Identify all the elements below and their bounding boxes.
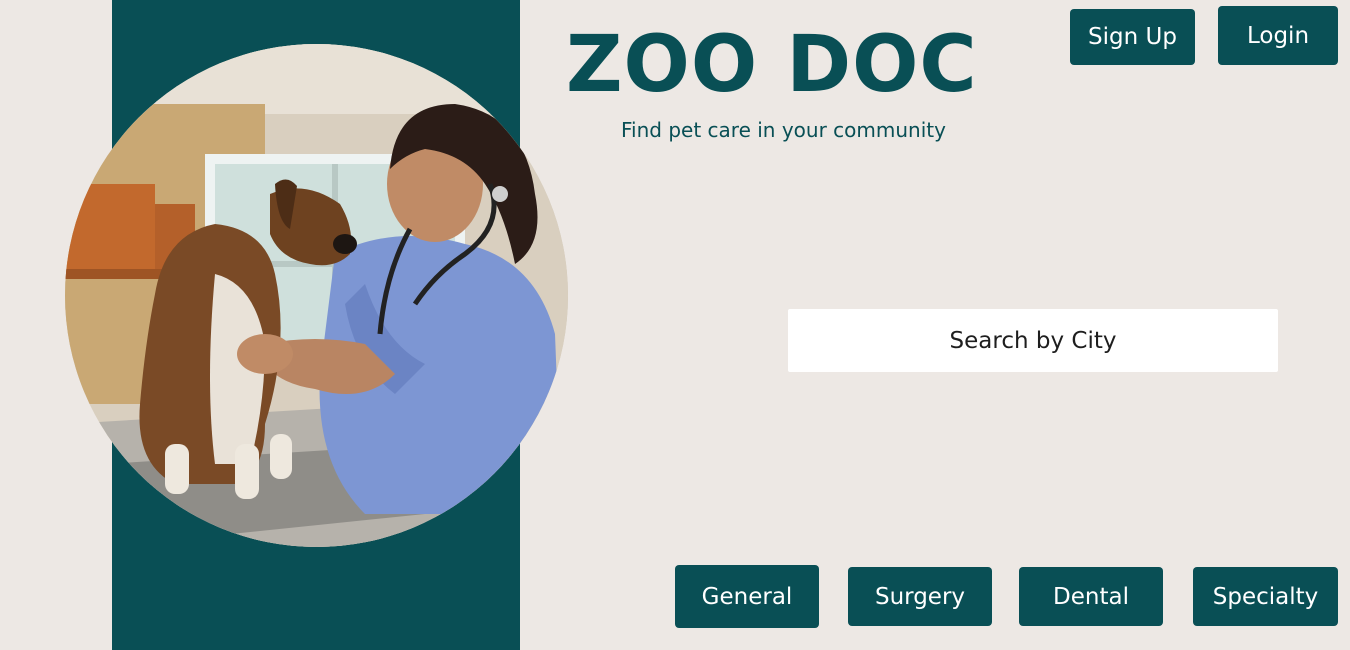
login-button[interactable]: Login [1218, 6, 1338, 65]
category-general-button[interactable]: General [675, 565, 819, 628]
brand-title: ZOO DOC [566, 20, 978, 110]
category-dental-button[interactable]: Dental [1019, 567, 1163, 626]
hero-photo-vet-with-puppy [65, 44, 568, 547]
landing-page: ZOO DOC Find pet care in your community … [0, 0, 1350, 650]
search-by-city-input[interactable] [788, 309, 1278, 372]
category-surgery-button[interactable]: Surgery [848, 567, 992, 626]
category-specialty-button[interactable]: Specialty [1193, 567, 1338, 626]
brand-tagline: Find pet care in your community [621, 118, 946, 142]
sign-up-button[interactable]: Sign Up [1070, 9, 1195, 65]
